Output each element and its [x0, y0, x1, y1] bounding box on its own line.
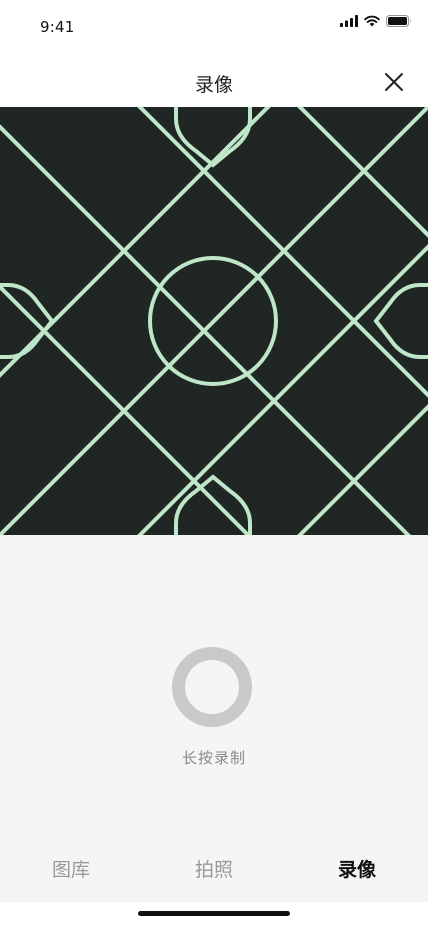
home-indicator	[138, 911, 290, 916]
tab-video[interactable]: 录像	[286, 855, 428, 882]
status-bar: 9:41	[0, 0, 428, 50]
page-title: 录像	[194, 74, 233, 96]
camera-record-screen: 9:41 录像 长按录制 图库 拍照 录像	[0, 0, 428, 926]
tab-gallery[interactable]: 图库	[0, 855, 142, 882]
tab-photo[interactable]: 拍照	[143, 855, 285, 882]
record-control-area: 长按录制	[0, 535, 428, 835]
nav-bar: 录像	[0, 58, 428, 106]
record-hint: 长按录制	[181, 749, 246, 767]
battery-icon	[386, 15, 411, 27]
mode-tab-bar: 图库 拍照 录像	[0, 835, 428, 902]
record-button[interactable]	[172, 647, 252, 727]
lattice-pattern	[0, 107, 428, 535]
camera-preview	[0, 107, 428, 535]
status-time: 9:41	[40, 18, 75, 36]
status-icons	[340, 15, 412, 27]
cellular-signal-icon	[340, 15, 358, 27]
wifi-icon	[364, 15, 380, 27]
close-icon[interactable]	[384, 72, 404, 92]
